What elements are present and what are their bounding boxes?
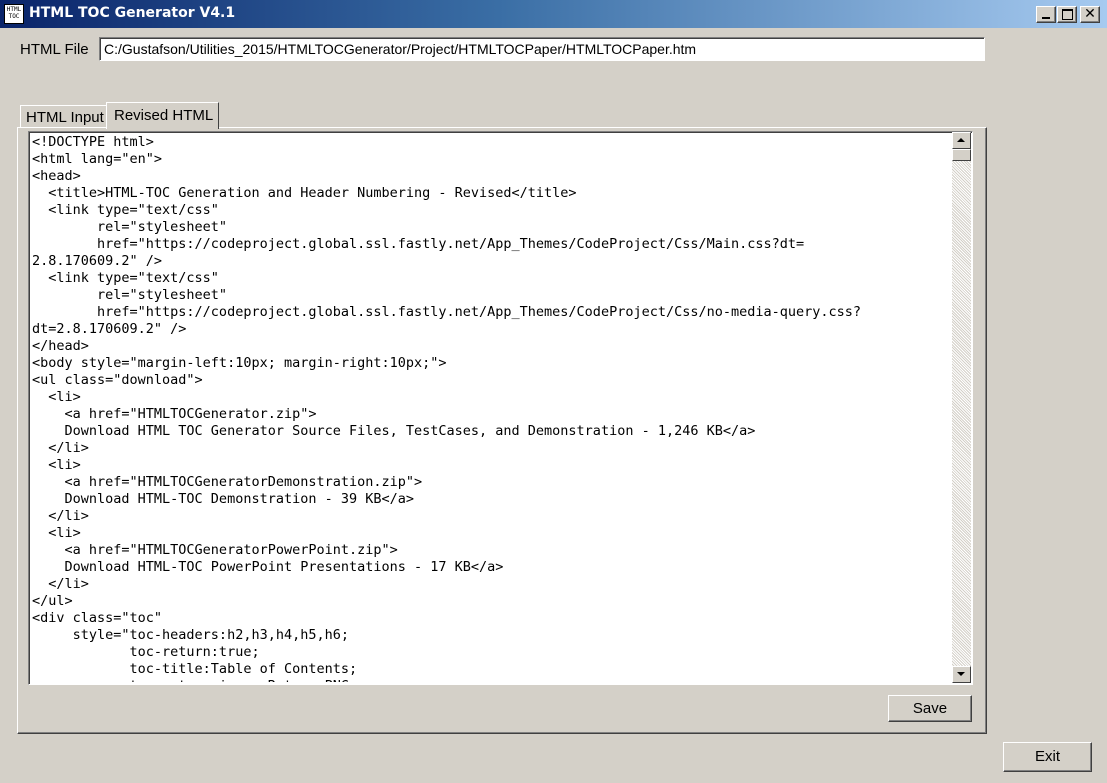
app-window: HTML TOC HTML TOC Generator V4.1 ✕ HTML F…: [0, 0, 1107, 783]
html-file-path-field[interactable]: C:/Gustafson/Utilities_2015/HTMLTOCGener…: [99, 37, 985, 61]
tab-html-input[interactable]: HTML Input: [20, 105, 107, 128]
arrow-down-icon: [957, 672, 965, 676]
scroll-down-button[interactable]: [952, 666, 971, 683]
revised-html-textarea[interactable]: <!DOCTYPE html> <html lang="en"> <head> …: [28, 131, 973, 685]
close-button[interactable]: ✕: [1080, 6, 1100, 23]
html-file-label: HTML File: [20, 41, 89, 58]
maximize-icon: [1058, 7, 1076, 22]
app-icon: HTML TOC: [4, 4, 24, 24]
revised-html-text[interactable]: <!DOCTYPE html> <html lang="en"> <head> …: [32, 134, 952, 682]
window-title: HTML TOC Generator V4.1: [29, 5, 236, 21]
title-bar[interactable]: HTML TOC HTML TOC Generator V4.1 ✕: [0, 0, 1107, 28]
vertical-scrollbar[interactable]: [952, 132, 971, 683]
close-icon: ✕: [1084, 6, 1096, 22]
scroll-thumb[interactable]: [952, 149, 971, 161]
exit-button[interactable]: Exit: [1003, 742, 1092, 772]
scroll-up-button[interactable]: [952, 132, 971, 149]
maximize-button[interactable]: [1057, 6, 1077, 23]
arrow-up-icon: [957, 138, 965, 142]
tab-revised-html[interactable]: Revised HTML: [106, 102, 219, 129]
save-button[interactable]: Save: [888, 695, 972, 722]
minimize-icon: [1037, 7, 1055, 22]
minimize-button[interactable]: [1036, 6, 1056, 23]
